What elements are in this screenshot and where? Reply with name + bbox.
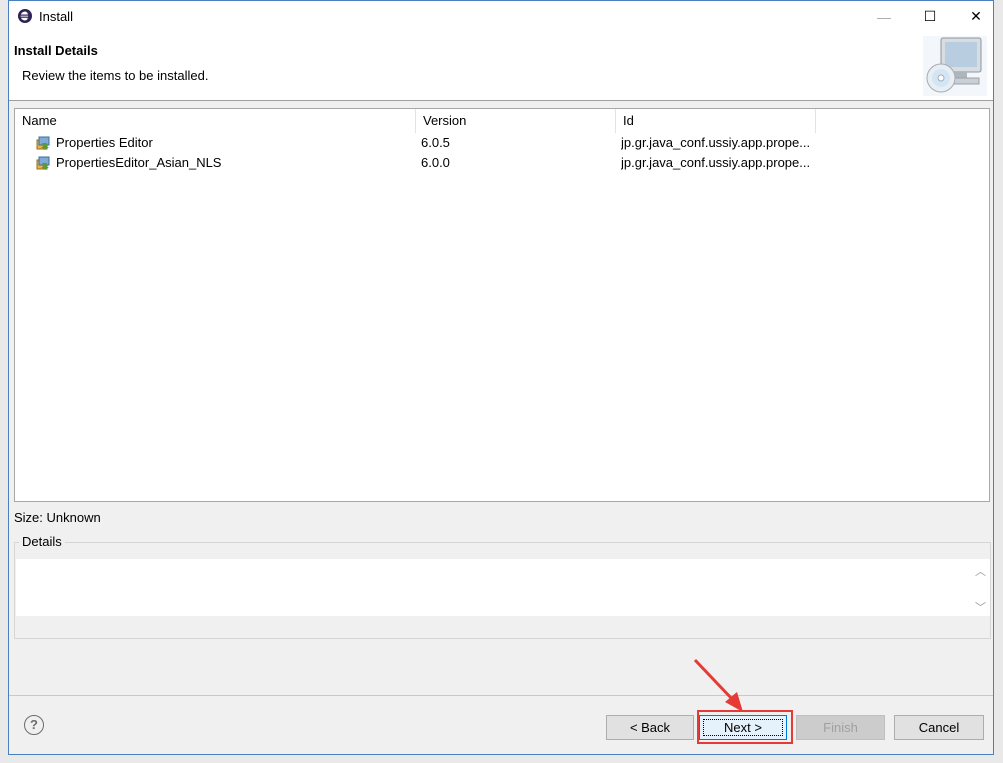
background-window-right (994, 0, 1003, 763)
page-description: Review the items to be installed. (22, 68, 209, 83)
row-id: jp.gr.java_conf.ussiy.app.prope... (621, 135, 811, 150)
eclipse-icon (18, 9, 32, 23)
row-version: 6.0.5 (421, 135, 450, 150)
table-row[interactable]: Properties Editor 6.0.5 jp.gr.java_conf.… (15, 133, 989, 153)
details-text-area[interactable]: ︿ ﹀ (16, 559, 990, 616)
size-label: Size: Unknown (14, 510, 101, 525)
background-window-left (0, 0, 8, 763)
row-name: Properties Editor (56, 135, 153, 150)
row-id: jp.gr.java_conf.ussiy.app.prope... (621, 155, 811, 170)
title-bar[interactable]: Install — ☐ ✕ (9, 1, 993, 32)
footer-divider (9, 695, 993, 696)
scroll-up-icon[interactable]: ︿ (975, 563, 986, 579)
close-button[interactable]: ✕ (953, 1, 999, 32)
details-label: Details (19, 534, 65, 549)
window-title: Install (39, 9, 73, 24)
help-icon[interactable]: ? (24, 715, 44, 735)
row-name: PropertiesEditor_Asian_NLS (56, 155, 222, 170)
annotation-arrow-icon (693, 658, 743, 712)
finish-button[interactable]: Finish (796, 715, 885, 740)
table-row[interactable]: PropertiesEditor_Asian_NLS 6.0.0 jp.gr.j… (15, 153, 989, 173)
back-button[interactable]: < Back (606, 715, 694, 740)
install-items-table[interactable]: Name Version Id Properties Editor 6.0.5 … (14, 108, 990, 502)
install-computer-cd-icon (923, 36, 987, 96)
column-header-id[interactable]: Id (616, 109, 816, 133)
feature-package-icon (36, 156, 50, 170)
cancel-button[interactable]: Cancel (894, 715, 984, 740)
page-title: Install Details (14, 43, 98, 58)
column-header-name[interactable]: Name (15, 109, 416, 133)
minimize-button[interactable]: — (861, 1, 907, 32)
background-window-bottom (0, 755, 1003, 763)
scroll-down-icon[interactable]: ﹀ (975, 599, 986, 615)
install-dialog: Install — ☐ ✕ Install Details Review the… (8, 0, 994, 755)
row-version: 6.0.0 (421, 155, 450, 170)
column-header-version[interactable]: Version (416, 109, 616, 133)
maximize-button[interactable]: ☐ (907, 1, 953, 32)
wizard-header: Install Details Review the items to be i… (9, 32, 993, 101)
feature-package-icon (36, 136, 50, 150)
